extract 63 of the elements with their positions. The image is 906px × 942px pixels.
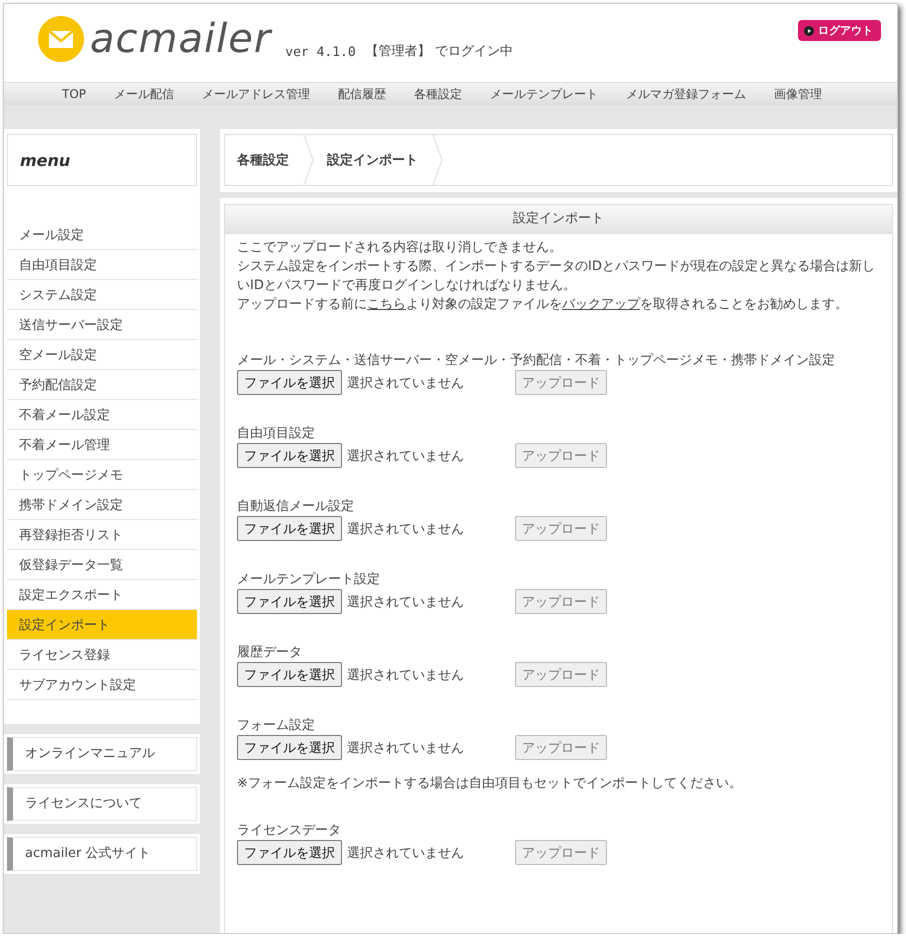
sidebar-link[interactable]: acmailer 公式サイト xyxy=(7,837,197,871)
menu-item[interactable]: 自由項目設定 xyxy=(7,250,197,280)
text-link[interactable]: こちら xyxy=(367,297,406,312)
logo-text: acmailer xyxy=(90,16,272,62)
menu-item[interactable]: ライセンス登録 xyxy=(7,640,197,670)
section-label: メール・システム・送信サーバー・空メール・予約配信・不着・トップページメモ・携帯ドメイン設定 xyxy=(237,352,836,370)
menu-item[interactable]: トップページメモ xyxy=(7,460,197,490)
choose-file-button[interactable]: ファイルを選択 xyxy=(237,516,342,541)
menu-item[interactable]: 空メール設定 xyxy=(7,340,197,370)
menu-item[interactable]: 仮登録データ一覧 xyxy=(7,550,197,580)
section-label: メールテンプレート設定 xyxy=(237,571,381,589)
breadcrumb-item[interactable]: 設定インポート xyxy=(315,151,432,169)
menu-title: menu xyxy=(7,134,197,186)
nav-link[interactable]: メール配信 xyxy=(100,83,188,105)
notice-text: アップロードする前にこちら より対象の設定ファイルをバックアップを取得されることをお勧めします。 xyxy=(237,296,849,314)
menu-item[interactable]: メール設定 xyxy=(7,220,197,250)
section-label: 自動返信メール設定 xyxy=(237,498,355,516)
nav-link[interactable]: 画像管理 xyxy=(760,83,836,105)
menu-item[interactable]: 送信サーバー設定 xyxy=(7,310,197,340)
section-label: 履歴データ xyxy=(237,644,303,662)
version-text: ver 4.1.0 xyxy=(285,45,356,60)
nav-link[interactable]: メールアドレス管理 xyxy=(188,83,324,105)
menu-item[interactable]: 不着メール管理 xyxy=(7,430,197,460)
nav-link[interactable]: 各種設定 xyxy=(400,83,476,105)
menu-item[interactable]: 再登録拒否リスト xyxy=(7,520,197,550)
choose-file-button[interactable]: ファイルを選択 xyxy=(237,840,342,865)
menu-item[interactable]: 不着メール設定 xyxy=(7,400,197,430)
notice-text: システム設定をインポートする際、インポートするデータのIDとパスワードが現在の設定と異なる場合は新しいIDとパスワードで再度ログインしなければなりません。 xyxy=(237,258,876,295)
text-link[interactable]: バックアップ xyxy=(562,297,640,312)
file-status: 選択されていません xyxy=(347,594,465,610)
choose-file-button[interactable]: ファイルを選択 xyxy=(237,443,342,468)
section-label: フォーム設定 xyxy=(237,717,316,735)
section-label: ライセンスデータ xyxy=(237,822,342,840)
logout-button[interactable]: ログアウト xyxy=(798,20,881,41)
login-status: 【管理者】 でログイン中 xyxy=(366,43,513,60)
note-text: ※フォーム設定をインポートする場合は自由項目もセットでインポートしてください。 xyxy=(237,775,743,792)
nav-link[interactable]: メルマガ登録フォーム xyxy=(612,83,760,105)
choose-file-button[interactable]: ファイルを選択 xyxy=(237,370,342,395)
file-status: 選択されていません xyxy=(347,520,465,538)
file-status: 選択されていません xyxy=(347,448,465,464)
nav-link[interactable]: TOP xyxy=(48,83,100,105)
file-status: 選択されていません xyxy=(347,740,465,756)
play-icon xyxy=(804,26,814,36)
choose-file-button[interactable]: ファイルを選択 xyxy=(237,735,342,760)
menu-item[interactable]: 設定インポート xyxy=(7,610,197,640)
panel-header: 設定インポート xyxy=(225,205,892,234)
file-status: 選択されていません xyxy=(347,374,465,392)
file-status: 選択されていません xyxy=(347,666,465,684)
breadcrumb-item[interactable]: 各種設定 xyxy=(225,151,303,169)
section-label: 自由項目設定 xyxy=(237,425,316,443)
choose-file-button[interactable]: ファイルを選択 xyxy=(237,589,342,614)
choose-file-button[interactable]: ファイルを選択 xyxy=(237,662,342,687)
menu-item[interactable]: 携帯ドメイン設定 xyxy=(7,490,197,520)
notice-text: ここでアップロードされる内容は取り消しできません。 xyxy=(237,239,563,257)
nav-link[interactable]: 配信履歴 xyxy=(324,83,400,105)
menu-item[interactable]: 予約配信設定 xyxy=(7,370,197,400)
sidebar-link[interactable]: オンラインマニュアル xyxy=(7,737,197,771)
sidebar-link[interactable]: ライセンスについて xyxy=(7,787,197,821)
nav-link[interactable]: メールテンプレート xyxy=(476,83,612,105)
file-status: 選択されていません xyxy=(347,844,465,862)
menu-item[interactable]: システム設定 xyxy=(7,280,197,310)
envelope-logo-icon xyxy=(38,16,84,62)
menu-item[interactable]: サブアカウント設定 xyxy=(7,670,197,700)
